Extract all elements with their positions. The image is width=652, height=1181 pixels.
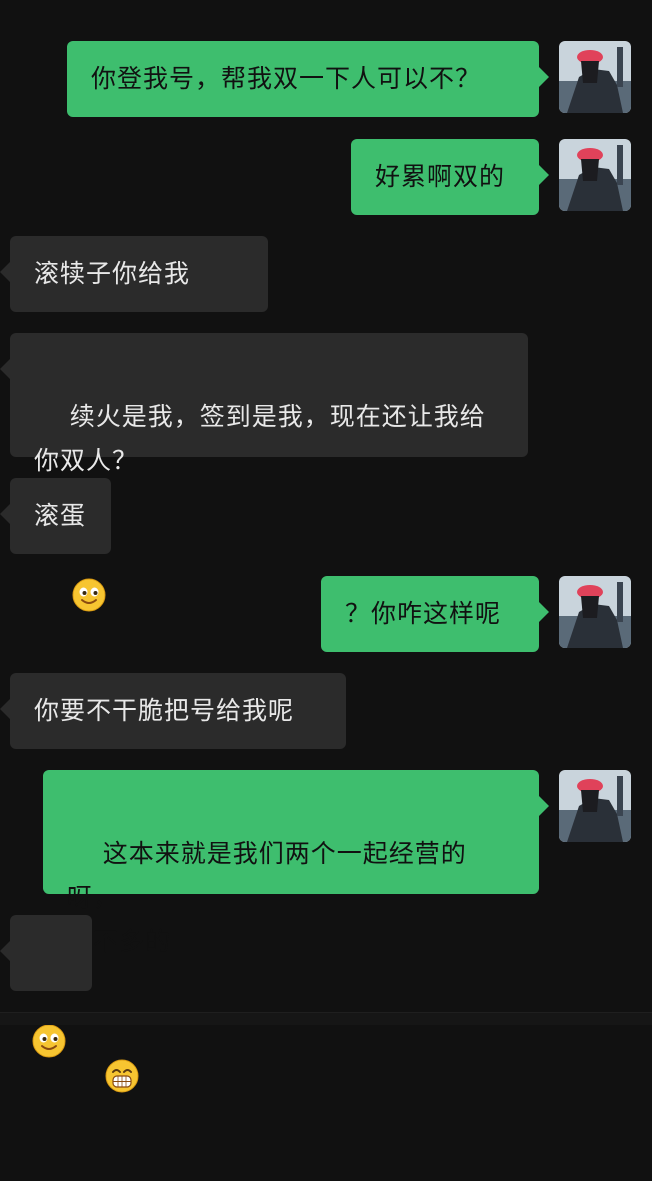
avatar-photo-icon	[559, 576, 631, 648]
message-text: 好累啊双的	[375, 162, 506, 191]
smile-emoji-icon	[32, 936, 66, 1058]
message-bubble-outgoing[interactable]: 这本来就是我们两个一起经营的呀， 差不多的	[43, 770, 549, 1092]
message-bubble-incoming[interactable]	[0, 915, 92, 1058]
chat-window: 你登我号，帮我双一下人可以不？ 好累啊双的 滚犊子你给我 续火是我，签到是我，现…	[0, 0, 652, 1092]
my-avatar[interactable]	[559, 770, 631, 842]
message-text: 续火是我，签到是我，现在还让我给 你双人？	[34, 402, 486, 475]
message-bubble-outgoing[interactable]: ？你咋这样呢	[321, 576, 549, 652]
smile-emoji-icon	[192, 257, 226, 379]
grimace-emoji-icon	[105, 971, 139, 1092]
input-bar-edge	[0, 1012, 652, 1025]
message-bubble-incoming[interactable]: 滚犊子你给我	[0, 236, 268, 379]
my-avatar[interactable]	[559, 41, 631, 113]
my-avatar[interactable]	[559, 139, 631, 211]
message-bubble-incoming[interactable]: 滚蛋	[0, 478, 111, 554]
message-bubble-outgoing[interactable]: 好累啊双的	[351, 139, 549, 215]
message-text: 滚犊子你给我	[34, 259, 191, 288]
message-text: 你要不干脆把号给我呢	[34, 696, 295, 725]
message-bubble-outgoing[interactable]: 你登我号，帮我双一下人可以不？	[67, 41, 549, 117]
message-text: 这本来就是我们两个一起经营的呀， 差不多的	[67, 839, 467, 956]
avatar-photo-icon	[559, 139, 631, 211]
avatar-photo-icon	[559, 770, 631, 842]
message-text: ？你咋这样呢	[345, 599, 502, 628]
message-bubble-incoming[interactable]: 你要不干脆把号给我呢	[0, 673, 346, 749]
message-text: 滚蛋	[34, 501, 87, 530]
avatar-photo-icon	[559, 41, 631, 113]
my-avatar[interactable]	[559, 576, 631, 648]
message-text: 你登我号，帮我双一下人可以不？	[91, 64, 482, 93]
message-bubble-incoming[interactable]: 续火是我，签到是我，现在还让我给 你双人？	[0, 333, 528, 611]
